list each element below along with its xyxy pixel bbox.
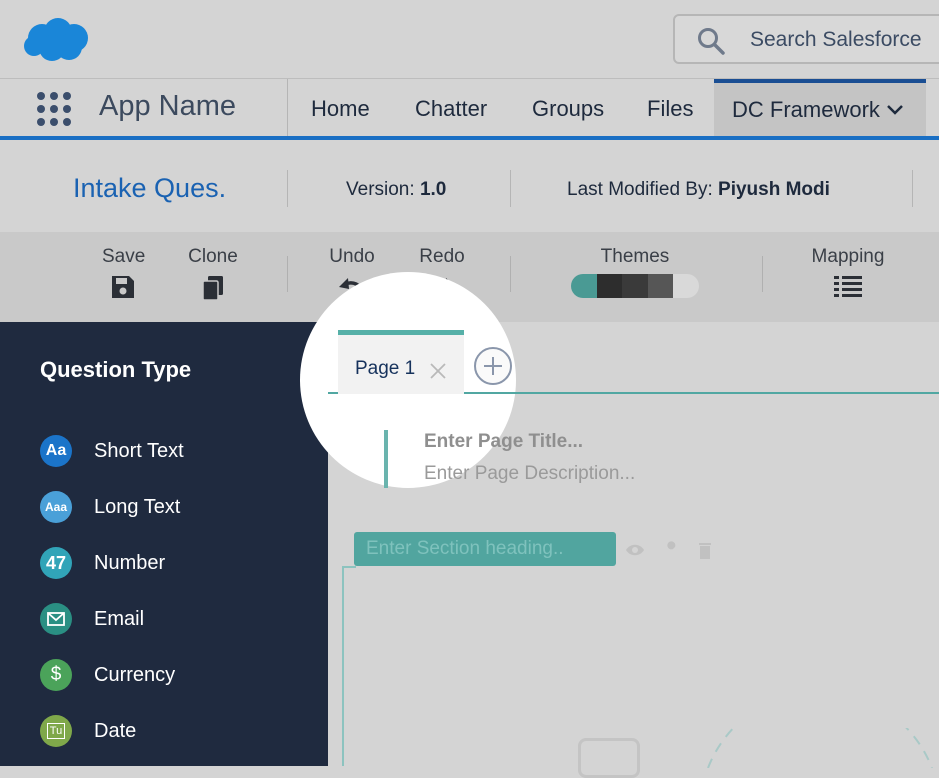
toolbar-divider <box>287 256 288 292</box>
question-type-label: Number <box>94 551 166 574</box>
add-page-button[interactable] <box>474 347 512 385</box>
mapping-label: Mapping <box>811 246 885 267</box>
theme-swatch-4[interactable] <box>647 274 674 298</box>
placeholder-circle <box>707 728 933 768</box>
question-type-date[interactable]: Tu Date <box>40 715 136 747</box>
list-icon <box>834 276 862 297</box>
undo-label: Undo <box>329 246 375 267</box>
question-type-currency[interactable]: $ Currency <box>40 659 175 691</box>
toolbar-divider <box>762 256 763 292</box>
section-heading-input[interactable]: Enter Section heading.. <box>354 532 616 566</box>
currency-icon: $ <box>40 659 72 691</box>
question-type-label: Short Text <box>94 439 184 462</box>
page-title-input[interactable]: Enter Page Title... <box>424 431 583 453</box>
email-icon <box>40 603 72 635</box>
info-divider <box>510 170 511 207</box>
wrench-icon[interactable] <box>663 541 681 559</box>
search-placeholder: Search Salesforce <box>750 28 922 51</box>
redo-label: Redo <box>419 246 465 267</box>
nav-item-label: DC Framework <box>732 96 880 122</box>
clone-icon <box>202 276 223 301</box>
theme-swatch-5[interactable] <box>673 274 699 298</box>
close-icon[interactable] <box>429 362 447 380</box>
tab-page-1[interactable]: Page 1 <box>338 330 464 394</box>
search-icon <box>698 28 725 55</box>
theme-palette[interactable] <box>571 274 699 298</box>
nav-bar: App Name Home Chatter Groups Files DC Fr… <box>0 79 939 140</box>
page-description-input[interactable]: Enter Page Description... <box>424 463 635 485</box>
question-type-label: Currency <box>94 663 176 686</box>
last-modified-info: Last Modified By: Piyush Modi <box>567 179 830 201</box>
nav-divider <box>287 79 288 136</box>
question-type-label: Date <box>94 719 137 742</box>
chevron-down-icon[interactable] <box>886 101 904 119</box>
info-divider <box>287 170 288 207</box>
last-modified-label: Last Modified By: <box>567 179 713 200</box>
last-modified-value: Piyush Modi <box>718 179 830 200</box>
long-text-icon: Aaa <box>40 491 72 523</box>
theme-swatch-3[interactable] <box>622 274 648 298</box>
theme-swatch-2[interactable] <box>596 274 623 298</box>
document-info-bar: Intake Ques. Version: 1.0 Last Modified … <box>0 140 939 232</box>
save-button[interactable]: Save <box>102 246 146 300</box>
version-label: Version: <box>346 179 415 200</box>
nav-item-groups[interactable]: Groups <box>532 96 604 122</box>
global-header: Search Salesforce <box>0 0 939 79</box>
nav-item-chatter[interactable]: Chatter <box>415 96 487 122</box>
number-icon: 47 <box>40 547 72 579</box>
section-heading-placeholder: Enter Section heading.. <box>366 538 564 559</box>
calendar-icon: Tu <box>40 715 72 747</box>
question-type-panel: Question Type Aa Short Text Aaa Long Tex… <box>0 322 328 766</box>
eye-icon[interactable] <box>625 543 645 557</box>
panel-title: Question Type <box>40 357 192 382</box>
salesforce-logo-icon[interactable] <box>22 16 92 64</box>
toolbar-divider <box>510 256 511 292</box>
placeholder-box <box>578 738 640 778</box>
nav-item-home[interactable]: Home <box>311 96 370 122</box>
question-type-short-text[interactable]: Aa Short Text <box>40 435 184 467</box>
search-input[interactable]: Search Salesforce <box>673 14 939 64</box>
themes-button[interactable]: Themes <box>571 246 699 298</box>
calendar-icon-text: Tu <box>46 723 66 739</box>
clone-button[interactable]: Clone <box>186 246 240 302</box>
nav-item-files[interactable]: Files <box>647 96 693 122</box>
theme-swatch-1[interactable] <box>571 274 597 298</box>
themes-label: Themes <box>600 246 670 267</box>
info-divider <box>912 170 913 207</box>
question-type-label: Long Text <box>94 495 181 518</box>
nav-item-dc-framework[interactable]: DC Framework <box>714 79 926 136</box>
version-info: Version: 1.0 <box>346 179 446 201</box>
mapping-button[interactable]: Mapping <box>806 246 890 298</box>
clone-label: Clone <box>188 246 238 267</box>
question-type-email[interactable]: Email <box>40 603 144 635</box>
document-title[interactable]: Intake Ques. <box>73 173 226 204</box>
short-text-icon: Aa <box>40 435 72 467</box>
app-name: App Name <box>99 90 237 122</box>
plus-icon <box>484 357 502 375</box>
trash-icon[interactable] <box>698 541 712 559</box>
builder-canvas: Page 1 Enter Page Title... Enter Page De… <box>300 272 939 778</box>
question-type-number[interactable]: 47 Number <box>40 547 165 579</box>
save-label: Save <box>102 246 146 267</box>
version-value: 1.0 <box>419 179 447 200</box>
question-type-long-text[interactable]: Aaa Long Text <box>40 491 180 523</box>
save-icon <box>112 276 134 298</box>
page-header-accent <box>384 430 388 488</box>
section-connector-line <box>342 566 356 766</box>
question-type-label: Email <box>94 607 145 630</box>
tab-label: Page 1 <box>355 358 416 379</box>
app-launcher-icon[interactable] <box>36 91 72 127</box>
